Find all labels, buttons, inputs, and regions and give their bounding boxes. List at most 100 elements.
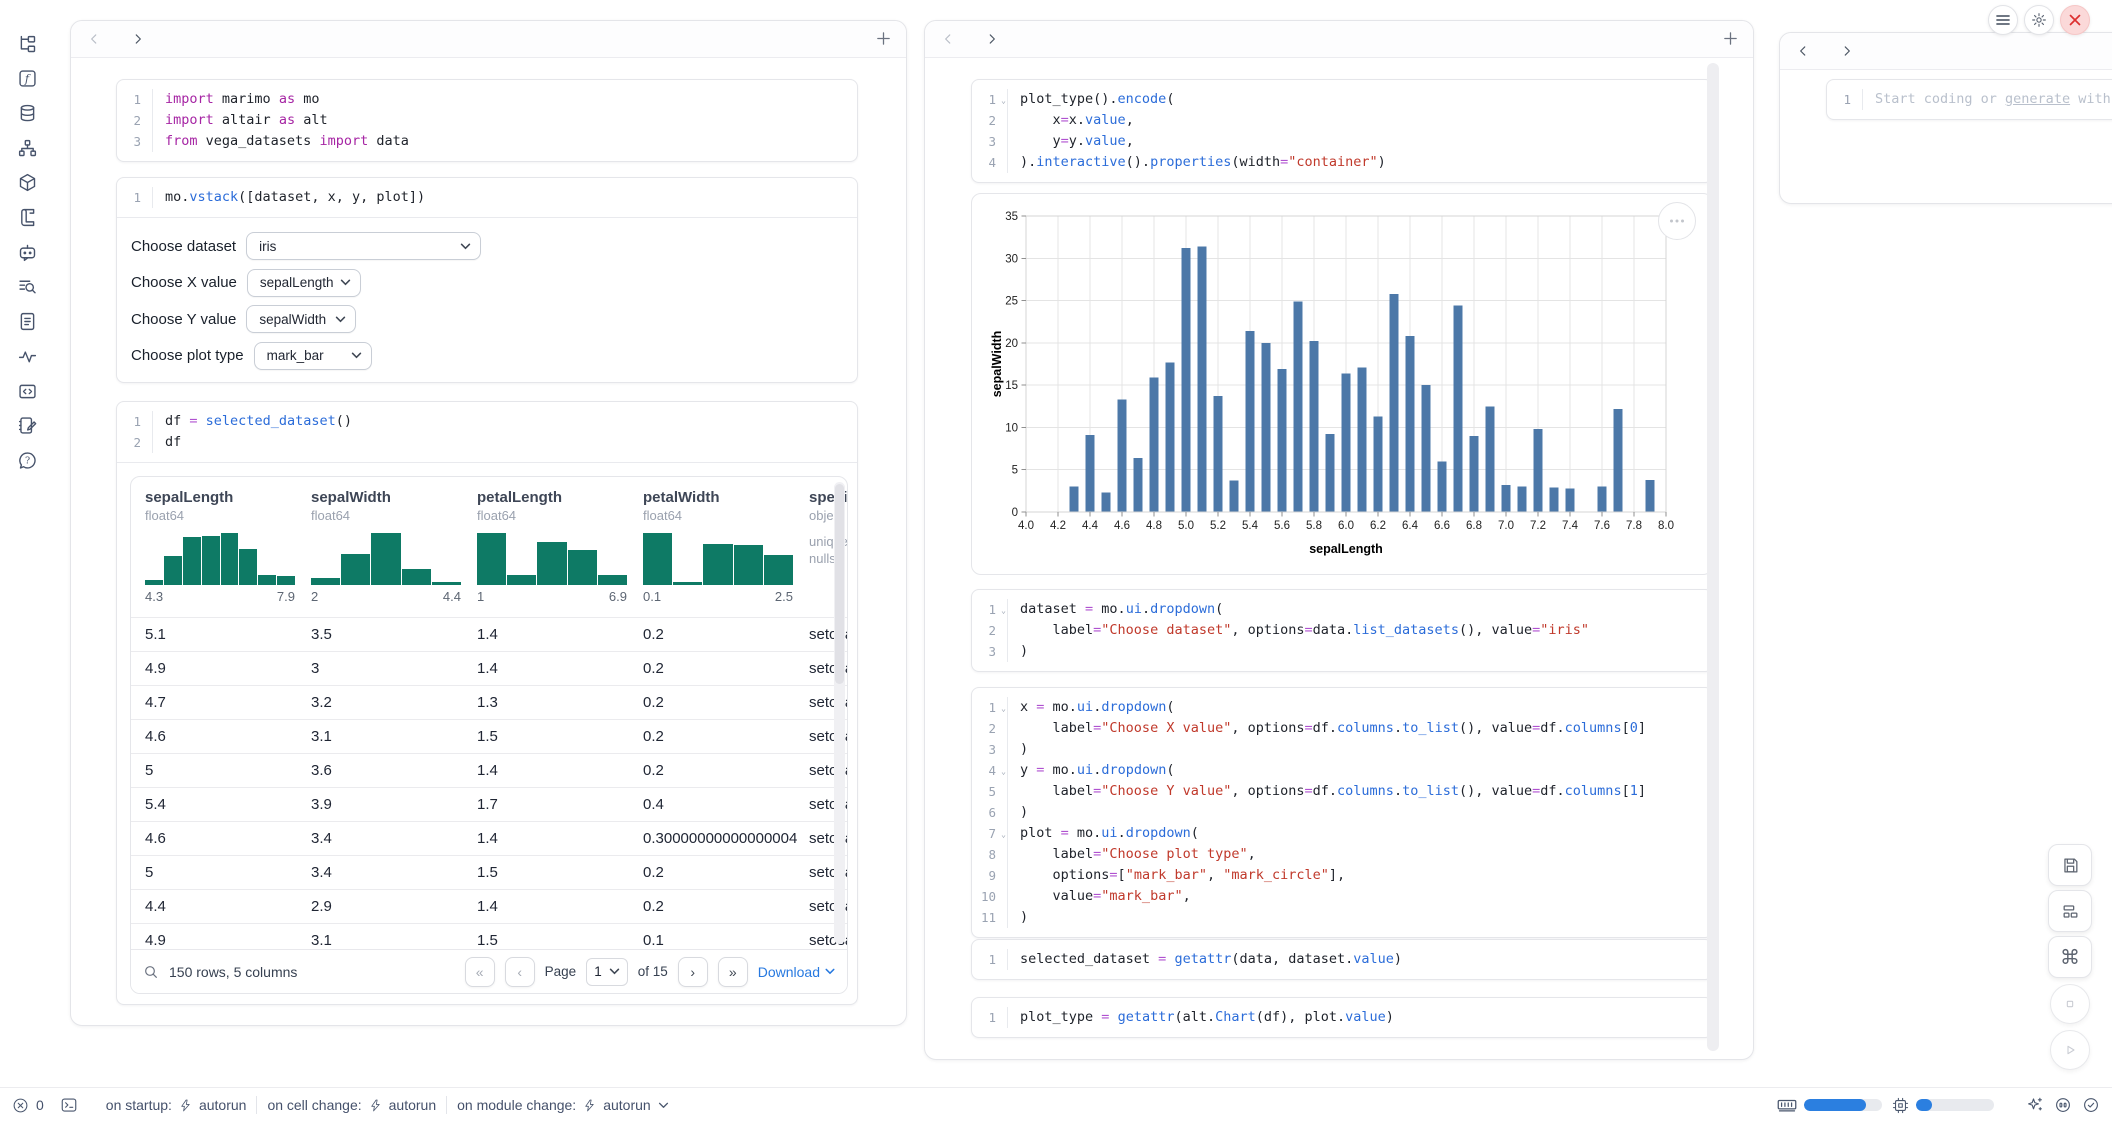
on-module-change-setting[interactable]: on module change: autorun [457,1097,669,1113]
middle-panel-scrollbar[interactable] [1707,63,1719,1051]
sidebar-chat-bot-icon[interactable] [13,238,41,266]
code-text[interactable]: plot_type = getattr(alt.Chart(df), plot.… [1008,1007,1394,1028]
sidebar-document-icon[interactable] [13,308,41,336]
code-text[interactable]: x = mo.ui.dropdown( [1008,697,1175,718]
fold-chevron-icon[interactable]: ⌄ [1001,761,1006,782]
sidebar-scratchpad-icon[interactable] [13,412,41,440]
run-button[interactable] [2050,1030,2090,1070]
altair-bar-chart[interactable]: 4.04.24.44.64.85.05.25.45.65.86.06.26.46… [990,202,1680,562]
code-text[interactable]: ) [1008,739,1028,760]
on-cell-change-setting[interactable]: on cell change: autorun [267,1097,436,1113]
dropdown-select-sepalLength[interactable]: sepalLength [247,269,361,297]
code-cell-dataset-dropdown[interactable]: 1⌄dataset = mo.ui.dropdown(2 label="Choo… [971,589,1713,672]
add-cell-icon[interactable] [1722,30,1739,47]
table-scrollbar[interactable] [834,482,845,944]
fold-chevron-icon[interactable]: ⌄ [1001,90,1006,111]
table-column-header[interactable]: sepalWidthfloat6424.4 [311,489,477,604]
code-text[interactable]: import altair as alt [153,110,328,131]
chevron-left-icon[interactable] [87,32,101,46]
gear-icon[interactable] [2024,5,2054,35]
keyboard-shortcuts-button[interactable]: ⌘ [2048,936,2092,978]
sidebar-function-icon[interactable]: f [13,65,41,93]
sidebar-hierarchy-icon[interactable] [13,134,41,162]
sidebar-activity-icon[interactable] [13,342,41,370]
save-button[interactable] [2048,844,2092,886]
sidebar-package-icon[interactable] [13,169,41,197]
fold-chevron-icon[interactable]: ⌄ [1001,600,1006,621]
empty-code-cell[interactable]: 1Start coding or generate with [1826,79,2112,120]
code-cell-plot-type[interactable]: 1plot_type = getattr(alt.Chart(df), plot… [971,997,1713,1038]
code-text[interactable]: y=y.value, [1008,131,1134,152]
table-column-header[interactable]: sepalLengthfloat644.37.9 [145,489,311,604]
fold-chevron-icon[interactable]: ⌄ [1001,698,1006,719]
chevron-left-icon[interactable] [941,32,955,46]
code-text[interactable]: mo.vstack([dataset, x, y, plot]) [153,187,425,208]
code-cell-df[interactable]: 1df = selected_dataset()2df sepalLengthf… [116,401,858,1005]
chevron-right-icon[interactable] [985,32,999,46]
code-cell-vstack[interactable]: 1mo.vstack([dataset, x, y, plot]) Choose… [116,177,858,383]
error-count-button[interactable]: 0 [12,1097,44,1114]
sidebar-snippets-icon[interactable] [13,377,41,405]
chevron-left-icon[interactable] [1796,44,1810,58]
sidebar-file-tree-icon[interactable] [13,30,41,58]
chart-actions-menu-icon[interactable] [1658,202,1696,240]
chevron-right-icon[interactable] [131,32,145,46]
code-cell-encode[interactable]: 1⌄plot_type().encode(2 x=x.value,3 y=y.v… [971,79,1713,183]
control-row: Choose plot typemark_bar [131,342,372,370]
dropdown-select-sepalWidth[interactable]: sepalWidth [246,305,356,333]
menu-icon[interactable] [1988,5,2018,35]
dropdown-select-iris[interactable]: iris [246,232,481,260]
code-text[interactable]: plot_type().encode( [1008,89,1174,110]
code-text[interactable]: ) [1008,641,1028,662]
page-select[interactable]: 1 [586,958,628,986]
code-cell-selected-dataset[interactable]: 1selected_dataset = getattr(data, datase… [971,939,1713,980]
code-cell-xy-plot-dropdowns[interactable]: 1⌄x = mo.ui.dropdown(2 label="Choose X v… [971,687,1713,938]
ai-assistant-button[interactable] [2026,1096,2044,1114]
add-cell-icon[interactable] [875,30,892,47]
code-text[interactable]: df [153,432,181,453]
code-text[interactable]: from vega_datasets import data [153,131,409,152]
code-text[interactable]: label="Choose plot type", [1008,844,1256,865]
code-text[interactable]: ) [1008,907,1028,928]
code-text[interactable]: ) [1008,802,1028,823]
code-text[interactable]: label="Choose Y value", options=df.colum… [1008,781,1646,802]
code-text[interactable]: ).interactive().properties(width="contai… [1008,152,1386,173]
search-icon[interactable] [143,964,159,980]
code-text[interactable]: y = mo.ui.dropdown( [1008,760,1175,781]
code-text[interactable]: selected_dataset = getattr(data, dataset… [1008,949,1402,970]
code-text[interactable]: Start coding or generate with [1863,89,2111,110]
line-number: 2 [117,110,153,131]
sidebar-scroll-icon[interactable] [13,204,41,232]
copilot-button[interactable] [2054,1096,2072,1114]
first-page-button[interactable]: « [465,957,495,987]
code-text[interactable]: import marimo as mo [153,89,319,110]
code-text[interactable]: dataset = mo.ui.dropdown( [1008,599,1223,620]
sidebar-help-icon[interactable]: ? [13,446,41,474]
table-column-header[interactable]: petalLengthfloat6416.9 [477,489,643,604]
download-button[interactable]: Download [758,964,835,980]
next-page-button[interactable]: › [678,957,708,987]
connection-status-button[interactable] [2082,1096,2100,1114]
sidebar-log-search-icon[interactable] [13,273,41,301]
stop-button[interactable] [2050,984,2090,1024]
code-cell-imports[interactable]: 1import marimo as mo2import altair as al… [116,79,858,162]
on-startup-setting[interactable]: on startup: autorun [106,1097,247,1113]
code-text[interactable]: df = selected_dataset() [153,411,352,432]
layout-button[interactable] [2048,890,2092,932]
code-text[interactable]: x=x.value, [1008,110,1134,131]
table-column-header[interactable]: petalWidthfloat640.12.5 [643,489,809,604]
code-text[interactable]: label="Choose X value", options=df.colum… [1008,718,1646,739]
chevron-right-icon[interactable] [1840,44,1854,58]
fold-chevron-icon[interactable]: ⌄ [1001,824,1006,845]
code-text[interactable]: value="mark_bar", [1008,886,1191,907]
code-line: 11) [972,907,1712,928]
code-text[interactable]: label="Choose dataset", options=data.lis… [1008,620,1589,641]
prev-page-button[interactable]: ‹ [505,957,535,987]
terminal-button[interactable] [60,1096,78,1114]
code-text[interactable]: plot = mo.ui.dropdown( [1008,823,1199,844]
code-text[interactable]: options=["mark_bar", "mark_circle"], [1008,865,1345,886]
close-icon[interactable] [2060,5,2090,35]
dropdown-select-mark_bar[interactable]: mark_bar [254,342,372,370]
last-page-button[interactable]: » [718,957,748,987]
sidebar-database-icon[interactable] [13,99,41,127]
